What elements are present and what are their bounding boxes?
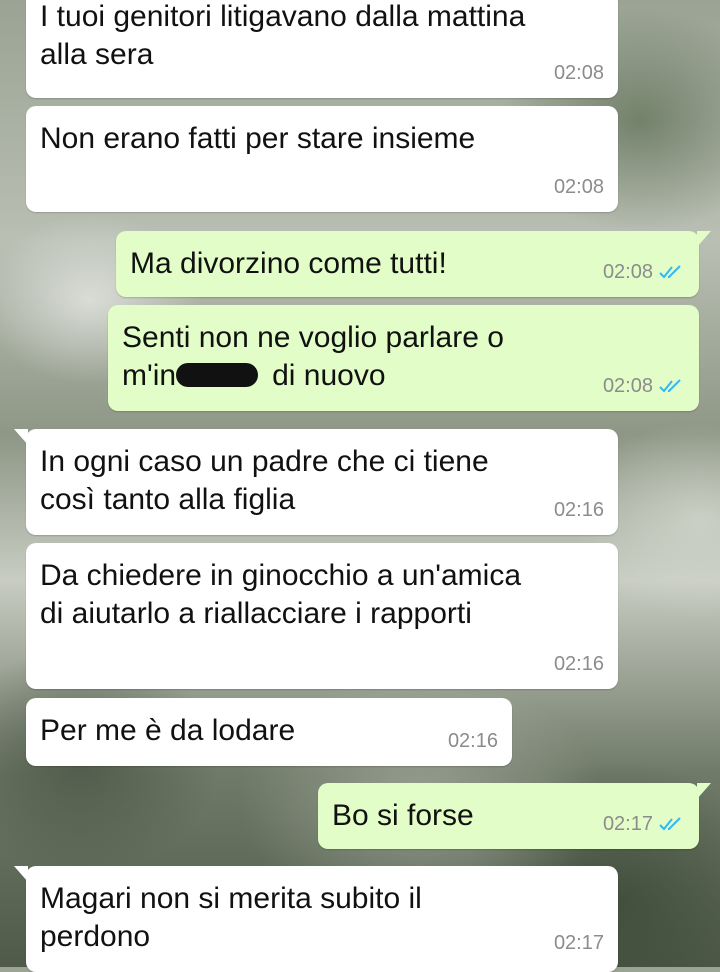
message-bubble-incoming[interactable]: Da chiedere in ginocchio a un'amica di a… [26, 543, 618, 689]
message-bubble-incoming[interactable]: Non erano fatti per stare insieme 02:08 [26, 106, 618, 212]
message-text: Magari non si merita subito il perdono [40, 882, 422, 953]
message-time: 02:17 [602, 813, 653, 835]
message-meta: 02:08 [603, 253, 685, 291]
message-meta: 02:08 [603, 367, 685, 405]
message-line: m'in [122, 359, 177, 392]
message-meta: 02:08 [554, 168, 604, 206]
message-bubble-incoming[interactable]: I tuoi genitori litigavano dalla mattina… [26, 0, 618, 98]
message-time: 02:08 [553, 62, 604, 84]
message-time: 02:16 [553, 499, 604, 521]
message-text: Da chiedere in ginocchio a un'amica di a… [40, 559, 522, 630]
message-line: Senti non ne voglio parlare o [122, 321, 504, 354]
redaction-mark [176, 363, 259, 388]
message-bubble-outgoing[interactable]: Bo si forse 02:17 [318, 783, 711, 849]
double-check-read-icon [659, 379, 681, 393]
double-check-read-icon [659, 265, 681, 279]
message-meta: 02:17 [554, 924, 604, 962]
message-text: Senti non ne voglio parlare o m'in di nuo… [122, 311, 685, 395]
message-text: I tuoi genitori litigavano dalla mattina… [40, 0, 526, 71]
message-bubble-incoming[interactable]: Per me è da lodare 02:16 [26, 698, 512, 766]
message-time: 02:17 [553, 932, 604, 954]
message-text: Non erano fatti per stare insieme [40, 122, 476, 155]
message-text: Ma divorzino come tutti! [130, 247, 447, 280]
message-time: 02:08 [602, 261, 653, 283]
message-time: 02:16 [447, 730, 498, 752]
message-meta: 02:17 [603, 805, 685, 843]
message-bubble-outgoing[interactable]: Ma divorzino come tutti! 02:08 [116, 231, 711, 297]
message-line: di nuovo [272, 359, 386, 392]
message-time: 02:08 [553, 176, 604, 198]
message-time: 02:16 [553, 653, 604, 675]
message-text: Per me è da lodare [40, 714, 296, 747]
message-meta: 02:08 [554, 54, 604, 92]
message-bubble-incoming[interactable]: In ogni caso un padre che ci tiene così … [14, 429, 618, 535]
message-meta: 02:16 [554, 491, 604, 529]
message-bubble-outgoing[interactable]: Senti non ne voglio parlare o m'in di nuo… [108, 305, 699, 411]
message-text: In ogni caso un padre che ci tiene così … [40, 445, 489, 516]
message-meta: 02:16 [448, 722, 498, 760]
message-bubble-incoming[interactable]: Magari non si merita subito il perdono 0… [14, 866, 618, 972]
double-check-read-icon [659, 817, 681, 831]
message-meta: 02:16 [554, 645, 604, 683]
message-time: 02:08 [602, 375, 653, 397]
